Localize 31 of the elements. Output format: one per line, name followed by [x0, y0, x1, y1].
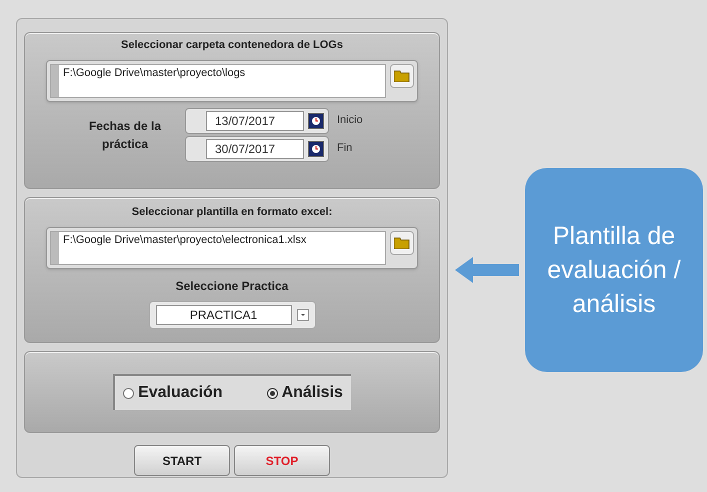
browse-button[interactable]	[390, 230, 414, 254]
mode-radio[interactable]: Evaluación	[123, 381, 223, 405]
folder-icon	[394, 236, 410, 248]
date-caption: Fin	[337, 141, 352, 156]
browse-button[interactable]	[390, 64, 414, 88]
folder-icon	[394, 70, 410, 82]
section-title: Seleccionar carpeta contenedora de LOGs	[120, 38, 344, 53]
path-field[interactable]: F:\Google Drive\master\proyecto\electronica1.xlsx	[50, 230, 386, 264]
path-value: F:\Google Drive\master\proyecto\electronica1.xlsx	[62, 232, 308, 248]
section-title: Seleccionar plantilla en formato excel:	[132, 205, 332, 220]
mode-radio[interactable]: Análisis	[266, 381, 343, 405]
radio-indicator[interactable]	[123, 388, 134, 398]
calendar-button[interactable]	[308, 140, 324, 156]
practice-label: Seleccione Practica	[176, 278, 288, 294]
left-arrow-icon	[455, 257, 519, 283]
calendar-button[interactable]	[308, 112, 324, 128]
callout-text: Plantilla de evaluación / análisis	[546, 221, 682, 320]
practice-value: PRACTICA1	[156, 304, 292, 324]
clock-icon	[311, 116, 321, 126]
practice-dropdown[interactable]: PRACTICA1	[148, 300, 316, 328]
path-field[interactable]: F:\Google Drive\master\proyecto\logs	[50, 64, 386, 98]
path-value: F:\Google Drive\master\proyecto\logs	[62, 66, 246, 80]
caret-icon	[296, 308, 308, 320]
date-field[interactable]: 30/07/2017	[206, 138, 304, 158]
stop-button[interactable]: STOP	[234, 445, 330, 476]
date-caption: Inicio	[337, 113, 363, 128]
date-field[interactable]: 13/07/2017	[206, 110, 304, 130]
dates-label: Fechas de la práctica	[88, 118, 162, 152]
radio-indicator[interactable]	[266, 388, 278, 398]
start-button[interactable]: START	[134, 445, 230, 476]
clock-icon	[311, 144, 321, 154]
